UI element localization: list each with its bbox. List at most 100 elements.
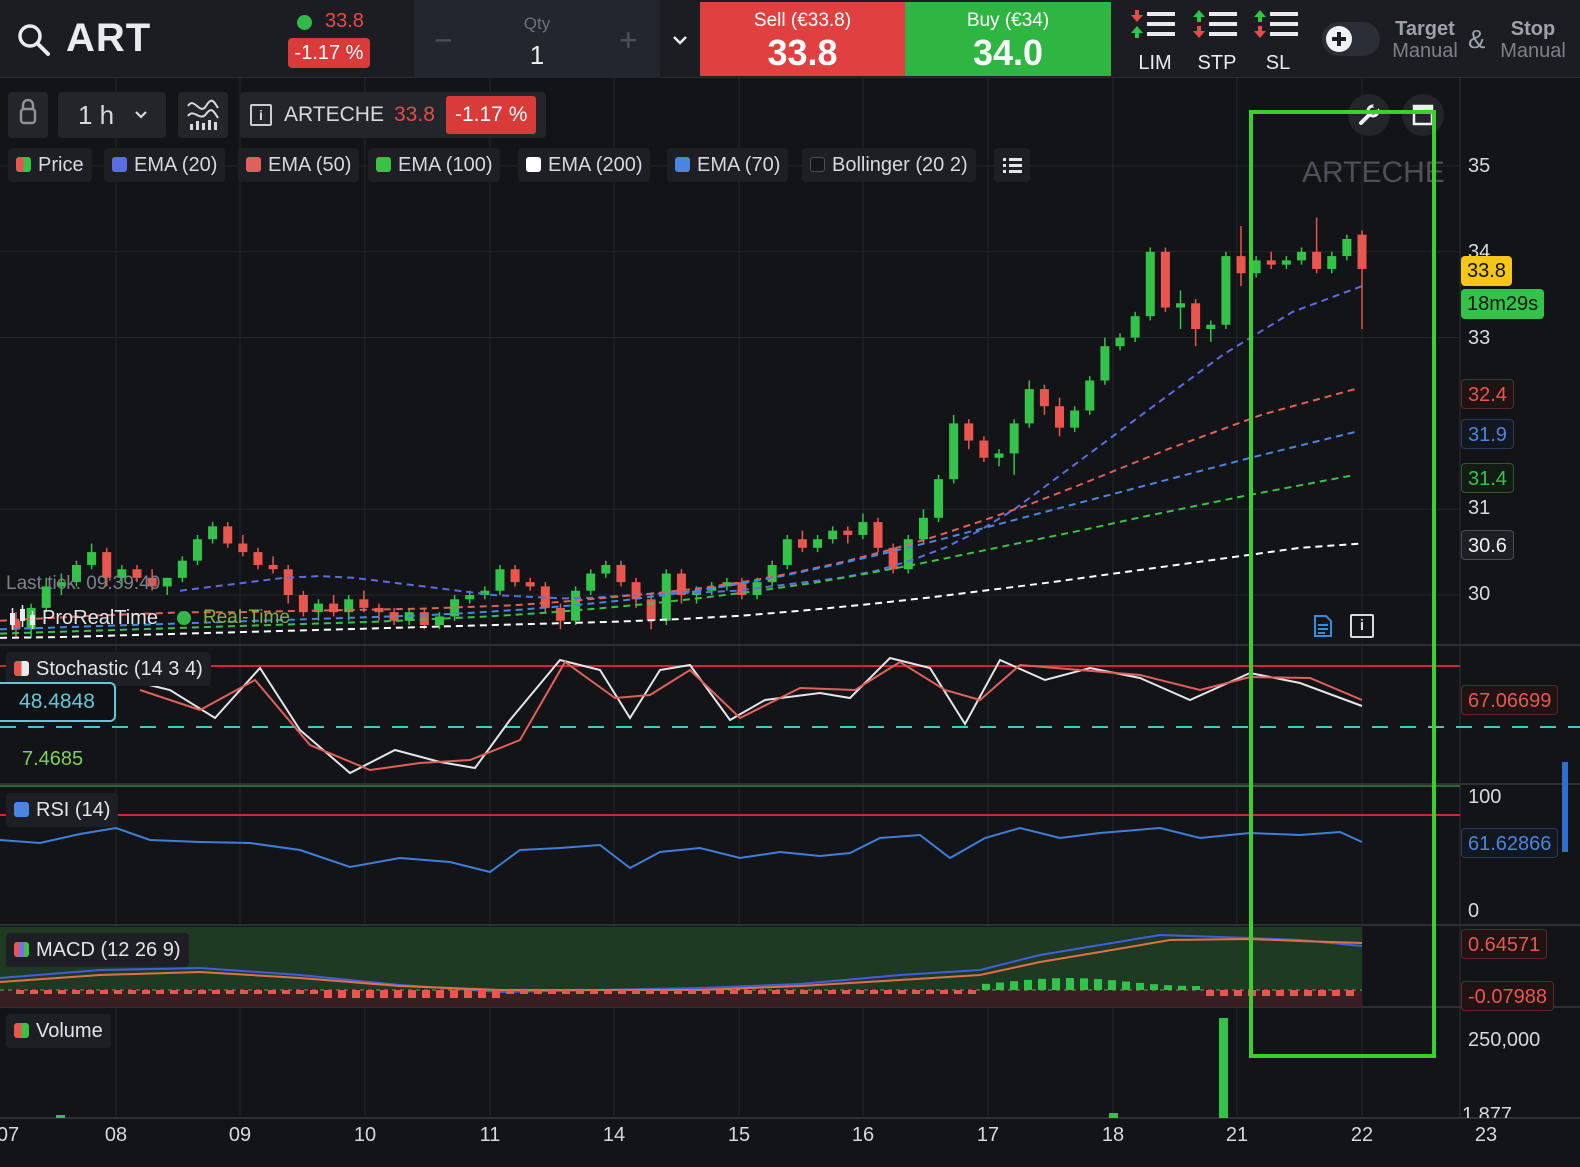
legend-label: EMA (20): [134, 154, 218, 176]
ema50-tag: 32.4: [1461, 379, 1514, 409]
y-tick-31: 31: [1468, 497, 1491, 519]
candle-body: [238, 543, 248, 553]
macd-histogram-bar: [1052, 978, 1060, 990]
macd-histogram-bar: [1136, 982, 1144, 990]
indicators-button[interactable]: [178, 92, 228, 138]
candle-body: [1024, 389, 1034, 424]
macd-histogram-bar: [30, 990, 38, 994]
macd-histogram-bar: [590, 990, 598, 994]
macd-histogram-bar: [646, 990, 654, 994]
limit-order-button[interactable]: LIM: [1127, 8, 1183, 74]
stop-limit-order-button[interactable]: SL: [1250, 8, 1306, 74]
macd-histogram-bar: [184, 990, 192, 994]
y-tick-30: 30: [1468, 583, 1491, 605]
sell-button[interactable]: Sell (€33.8) 33.8: [700, 2, 905, 76]
stochastic-axis-tag: 67.06699: [1461, 685, 1559, 715]
macd-histogram-bar: [800, 990, 808, 994]
interval-selector[interactable]: 1 h: [58, 92, 166, 138]
macd-histogram-bar: [422, 990, 430, 998]
legend-ema-200[interactable]: EMA (200): [518, 148, 651, 182]
macd-histogram-bar: [464, 990, 472, 998]
candle-body: [782, 539, 792, 565]
legend-bollinger-20-2[interactable]: Bollinger (20 2): [802, 148, 976, 182]
macd-histogram-bar: [1122, 981, 1130, 990]
macd-histogram-bar: [198, 990, 206, 994]
y-tick-33: 33: [1468, 327, 1491, 349]
candle-body: [208, 526, 218, 540]
plus-circle-icon: [1326, 26, 1352, 52]
realtime-dot: [177, 611, 191, 625]
rsi-axis-0: 0: [1468, 900, 1480, 922]
interval-value: 1 h: [78, 100, 115, 130]
volume-bar: [1219, 1018, 1228, 1118]
candle-body: [510, 569, 520, 583]
search-icon[interactable]: [16, 22, 52, 58]
legend-menu-button[interactable]: [994, 148, 1030, 182]
macd-histogram-bar: [1234, 990, 1242, 996]
legend-ema-100[interactable]: EMA (100): [368, 148, 501, 182]
candle-body: [616, 564, 626, 583]
stop-setting[interactable]: Stop Manual: [1500, 18, 1566, 62]
candle-body: [223, 526, 233, 544]
macd-histogram-bar: [212, 990, 220, 994]
target-setting[interactable]: Target Manual: [1390, 18, 1460, 62]
note-icon[interactable]: [1312, 614, 1334, 638]
qty-decrement-button[interactable]: −: [434, 22, 453, 59]
qty-dropdown-chevron-icon[interactable]: [662, 0, 698, 78]
macd-histogram-bar: [450, 990, 458, 998]
last-tick-time: Last tick: 09:39:40: [6, 573, 161, 594]
macd-histogram-bar: [492, 990, 500, 998]
macd-histogram-bar: [366, 990, 374, 998]
sell-label: Sell (€33.8): [753, 10, 852, 31]
macd-histogram-bar: [142, 990, 150, 994]
candle-body: [858, 522, 868, 535]
info-icon[interactable]: i: [1350, 614, 1374, 638]
macd-histogram-bar: [324, 990, 332, 998]
candle-body: [434, 616, 444, 626]
x-tick-label: 07: [0, 1124, 20, 1146]
candle-body: [162, 577, 172, 587]
legend-ema-20[interactable]: EMA (20): [104, 148, 226, 182]
rsi-title-chip[interactable]: RSI (14): [6, 793, 119, 827]
feed-label: Real-Time: [203, 607, 290, 628]
macd-histogram-bar: [982, 983, 990, 990]
target-stop-toggle[interactable]: [1322, 22, 1380, 56]
x-tick-label: 10: [353, 1124, 377, 1146]
volume-swatch: [14, 1023, 29, 1038]
volume-title: Volume: [36, 1020, 103, 1042]
macd-histogram-bar: [352, 990, 360, 998]
macd-title-chip[interactable]: MACD (12 26 9): [6, 933, 189, 967]
candle-body: [843, 530, 853, 535]
macd-histogram-bar: [856, 990, 864, 994]
stochastic-title-chip[interactable]: Stochastic (14 3 4): [6, 652, 211, 686]
highlight-rectangle[interactable]: [1249, 110, 1436, 1058]
volume-bar: [56, 1115, 65, 1118]
legend-ema-70[interactable]: EMA (70): [667, 148, 789, 182]
rsi-swatch: [14, 802, 29, 817]
candle-body: [918, 517, 928, 540]
instrument-info-chip[interactable]: i ARTECHE 33.8 -1.17 %: [240, 92, 546, 138]
macd-histogram-bar: [394, 990, 402, 998]
macd-histogram-bar: [156, 990, 164, 994]
macd-histogram-bar: [1108, 980, 1116, 990]
candle-body: [177, 560, 187, 578]
stochastic-title: Stochastic (14 3 4): [36, 658, 203, 680]
drawing-lock-button[interactable]: [8, 92, 48, 138]
instrument-change-badge: -1.17 %: [446, 96, 537, 134]
symbol-name[interactable]: ART: [66, 16, 151, 61]
legend-swatch: [810, 157, 825, 172]
candle-body: [994, 453, 1004, 458]
macd-histogram-bar: [534, 990, 542, 994]
buy-button[interactable]: Buy (€34) 34.0: [905, 2, 1111, 76]
legend-ema-50[interactable]: EMA (50): [238, 148, 360, 182]
qty-increment-button[interactable]: +: [619, 22, 638, 59]
indicators-icon: [187, 99, 219, 130]
candle-body: [767, 564, 777, 583]
macd-histogram-bar: [226, 990, 234, 994]
candle-body: [1039, 389, 1049, 407]
stochastic-d-line: [139, 660, 1363, 772]
stop-order-button[interactable]: STP: [1189, 8, 1245, 74]
candle-body: [1130, 316, 1140, 338]
legend-price[interactable]: Price: [8, 148, 92, 182]
volume-title-chip[interactable]: Volume: [6, 1014, 111, 1048]
